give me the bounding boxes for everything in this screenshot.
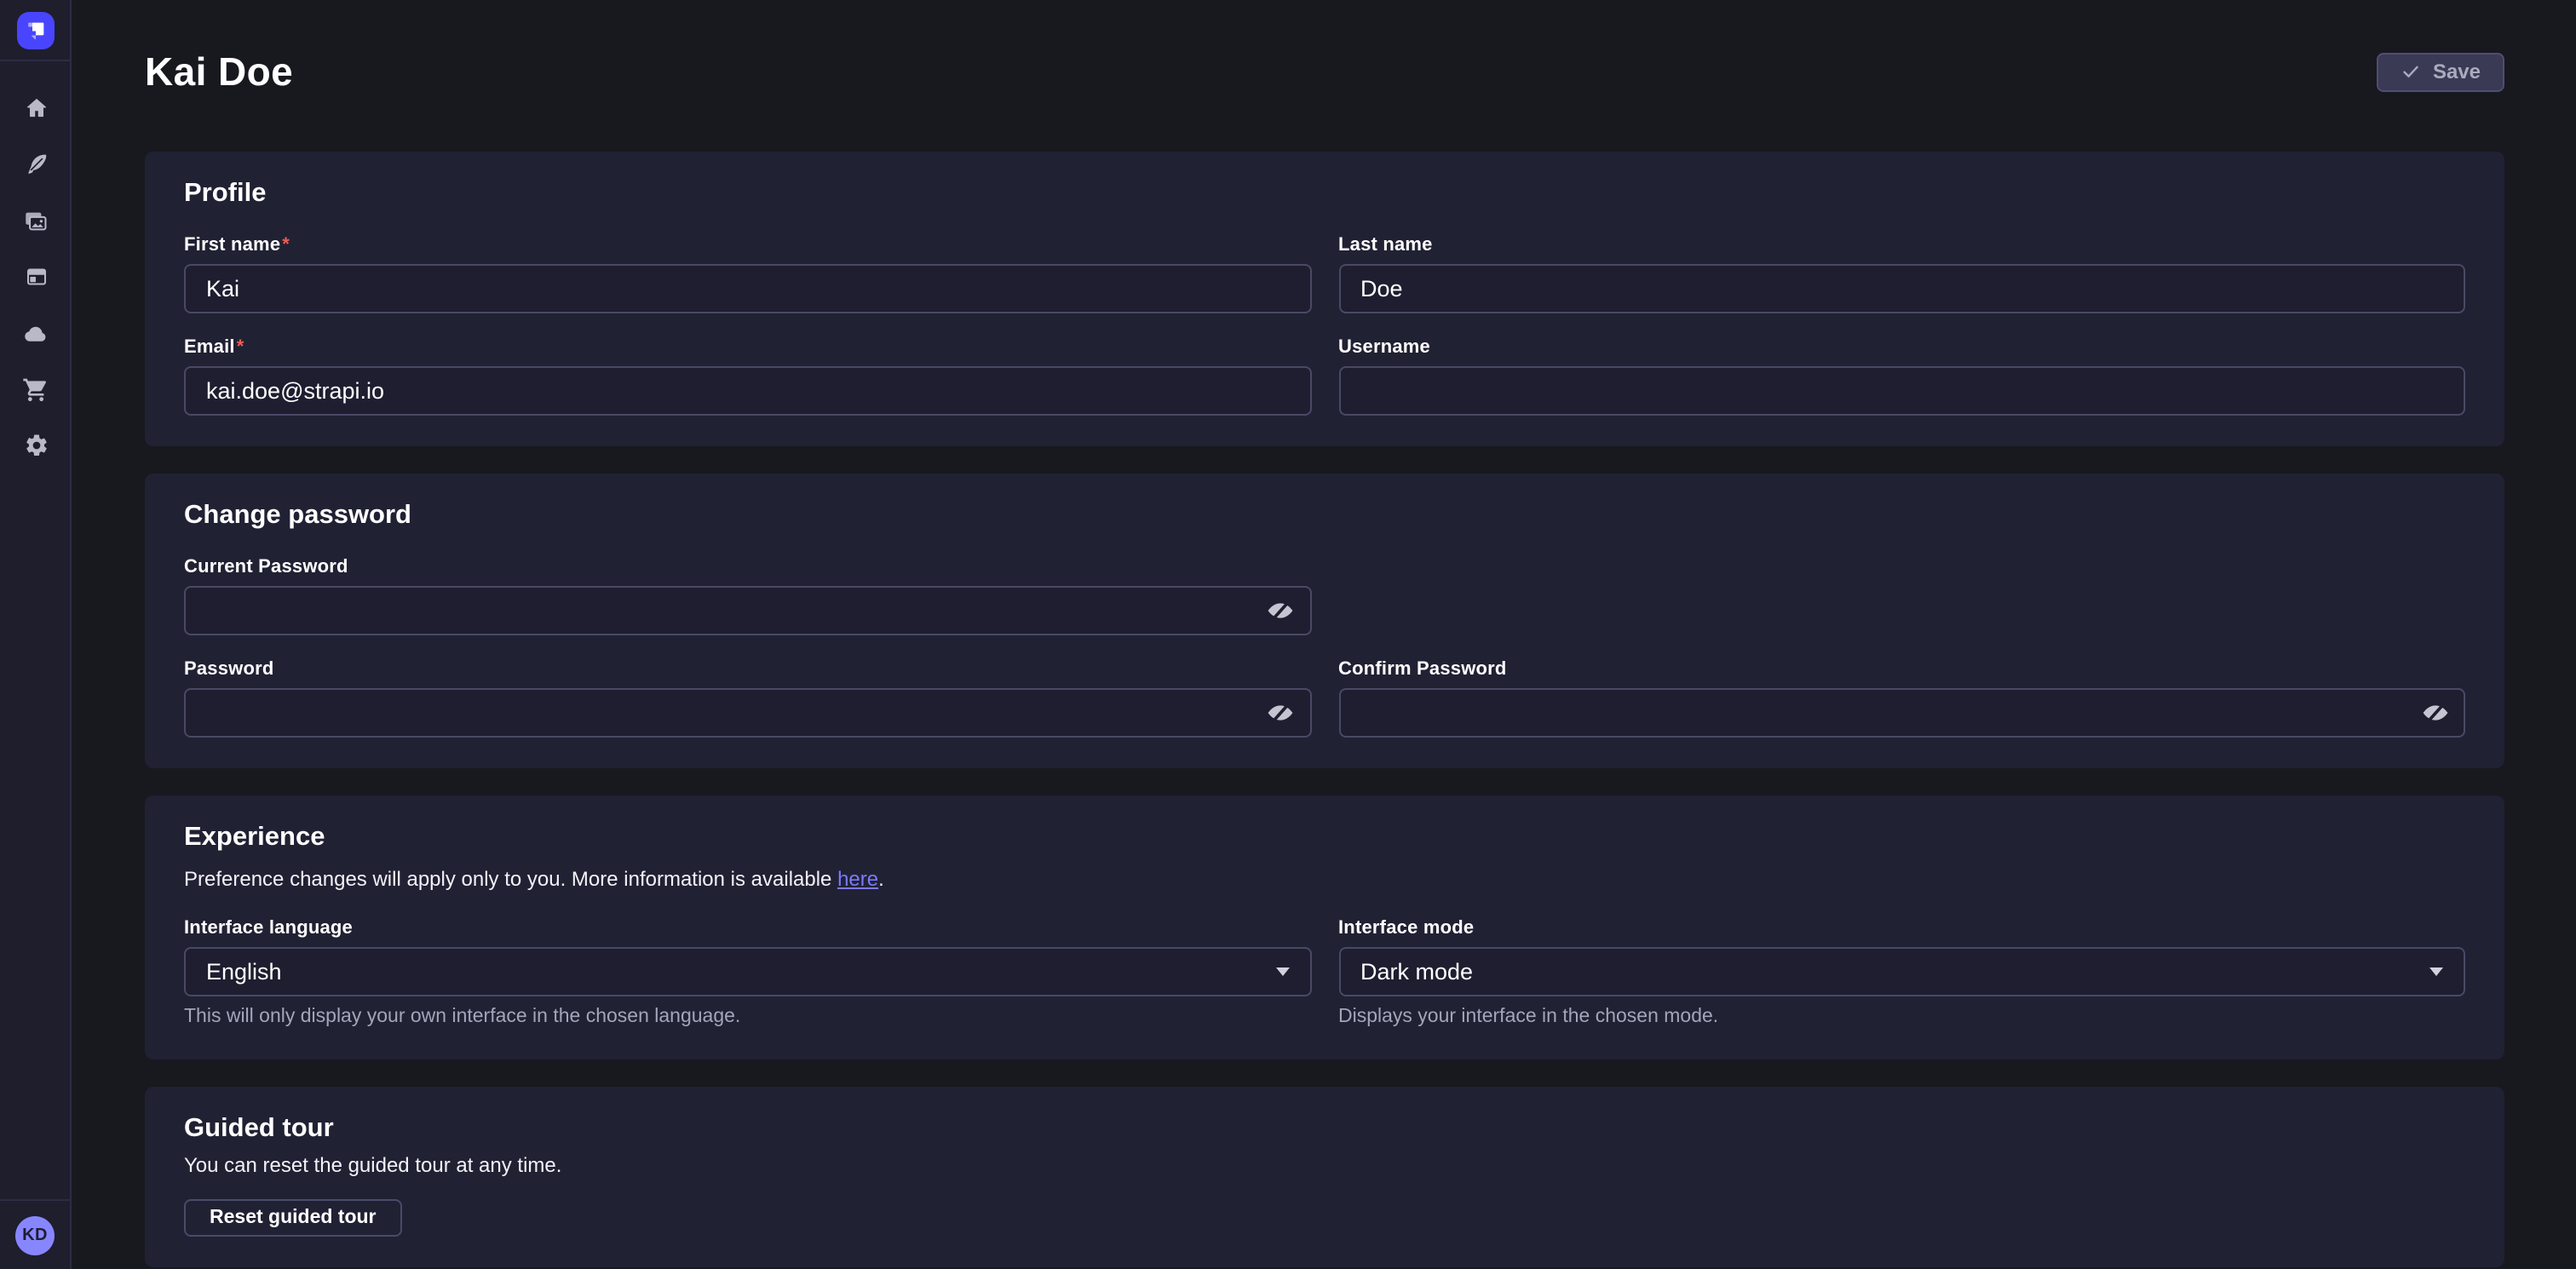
profile-heading: Profile bbox=[184, 179, 2465, 210]
toggle-current-password-visibility-button[interactable] bbox=[1265, 595, 1296, 626]
current-password-input[interactable] bbox=[184, 586, 1311, 635]
save-button[interactable]: Save bbox=[2377, 52, 2504, 91]
home-icon bbox=[23, 95, 49, 121]
current-password-label: Current Password bbox=[184, 555, 1311, 579]
last-name-label: Last name bbox=[1338, 233, 2465, 257]
interface-mode-hint: Displays your interface in the chosen mo… bbox=[1338, 1005, 2465, 1029]
required-marker: * bbox=[282, 235, 290, 256]
eye-off-icon bbox=[1266, 698, 1295, 727]
confirm-password-input[interactable] bbox=[1338, 688, 2465, 738]
interface-mode-select[interactable]: Dark mode bbox=[1338, 947, 2465, 996]
sidebar-item-content-type-builder[interactable] bbox=[0, 249, 72, 305]
sidebar-item-content-manager[interactable] bbox=[0, 136, 72, 192]
first-name-input[interactable] bbox=[184, 264, 1311, 313]
main-content: Kai Doe Save Profile First name* Last na… bbox=[72, 0, 2576, 1269]
username-field: Username bbox=[1338, 336, 2465, 416]
sidebar-item-settings[interactable] bbox=[0, 417, 72, 474]
change-password-card: Change password Current Password bbox=[145, 474, 2504, 768]
guided-tour-description: You can reset the guided tour at any tim… bbox=[184, 1151, 2465, 1179]
last-name-input[interactable] bbox=[1338, 264, 2465, 313]
email-input[interactable] bbox=[184, 366, 1311, 416]
guided-tour-card: Guided tour You can reset the guided tou… bbox=[145, 1087, 2504, 1267]
cloud-icon bbox=[22, 319, 49, 347]
experience-description: Preference changes will apply only to yo… bbox=[184, 865, 2465, 893]
interface-mode-field: Interface mode Dark mode Displays your i… bbox=[1338, 916, 2465, 1029]
sidebar-nav bbox=[0, 61, 70, 474]
page-header: Kai Doe Save bbox=[145, 48, 2504, 95]
cart-icon bbox=[22, 376, 49, 403]
sidebar: KD bbox=[0, 0, 72, 1269]
confirm-password-label: Confirm Password bbox=[1338, 657, 2465, 681]
check-icon bbox=[2401, 61, 2421, 82]
feather-icon bbox=[23, 152, 49, 177]
username-input[interactable] bbox=[1338, 366, 2465, 416]
gear-icon bbox=[23, 433, 49, 458]
media-library-icon bbox=[22, 207, 49, 234]
first-name-field: First name* bbox=[184, 233, 1311, 313]
toggle-confirm-password-visibility-button[interactable] bbox=[2419, 698, 2450, 728]
email-label: Email* bbox=[184, 336, 1311, 359]
layout-icon bbox=[23, 264, 49, 290]
email-field: Email* bbox=[184, 336, 1311, 416]
interface-language-hint: This will only display your own interfac… bbox=[184, 1005, 1311, 1029]
required-marker: * bbox=[237, 337, 244, 358]
current-password-field: Current Password bbox=[184, 555, 1311, 635]
last-name-field: Last name bbox=[1338, 233, 2465, 313]
chevron-down-icon bbox=[2429, 968, 2443, 976]
guided-tour-heading: Guided tour bbox=[184, 1114, 2465, 1145]
change-password-heading: Change password bbox=[184, 501, 2465, 531]
workspace-logo-button[interactable] bbox=[0, 0, 70, 61]
save-button-label: Save bbox=[2433, 60, 2481, 83]
eye-off-icon bbox=[1266, 596, 1295, 625]
chevron-down-icon bbox=[1275, 968, 1289, 976]
sidebar-item-home[interactable] bbox=[0, 80, 72, 136]
first-name-label: First name* bbox=[184, 233, 1311, 257]
interface-language-field: Interface language English This will onl… bbox=[184, 916, 1311, 1029]
interface-language-label: Interface language bbox=[184, 916, 1311, 940]
interface-language-value: English bbox=[206, 959, 1275, 985]
password-field: Password bbox=[184, 657, 1311, 738]
username-label: Username bbox=[1338, 336, 2465, 359]
experience-heading: Experience bbox=[184, 823, 2465, 853]
confirm-password-field: Confirm Password bbox=[1338, 657, 2465, 738]
sidebar-item-marketplace[interactable] bbox=[0, 361, 72, 417]
strapi-admin-app: KD Kai Doe Save Profile First name* bbox=[0, 0, 2576, 1269]
password-input[interactable] bbox=[184, 688, 1311, 738]
password-label: Password bbox=[184, 657, 1311, 681]
profile-card: Profile First name* Last name Email* Use… bbox=[145, 152, 2504, 446]
interface-mode-value: Dark mode bbox=[1360, 959, 2429, 985]
sidebar-item-media-library[interactable] bbox=[0, 192, 72, 249]
page-title: Kai Doe bbox=[145, 49, 293, 95]
reset-guided-tour-button[interactable]: Reset guided tour bbox=[184, 1199, 402, 1237]
sidebar-item-cloud[interactable] bbox=[0, 305, 72, 361]
sidebar-footer: KD bbox=[0, 1199, 70, 1269]
more-information-link[interactable]: here bbox=[837, 867, 878, 891]
interface-mode-label: Interface mode bbox=[1338, 916, 2465, 940]
experience-card: Experience Preference changes will apply… bbox=[145, 795, 2504, 1059]
eye-off-icon bbox=[2420, 698, 2449, 727]
spacer-cell bbox=[1338, 555, 2465, 635]
strapi-logo-icon bbox=[16, 11, 54, 49]
user-avatar[interactable]: KD bbox=[15, 1215, 55, 1255]
toggle-password-visibility-button[interactable] bbox=[1265, 698, 1296, 728]
interface-language-select[interactable]: English bbox=[184, 947, 1311, 996]
